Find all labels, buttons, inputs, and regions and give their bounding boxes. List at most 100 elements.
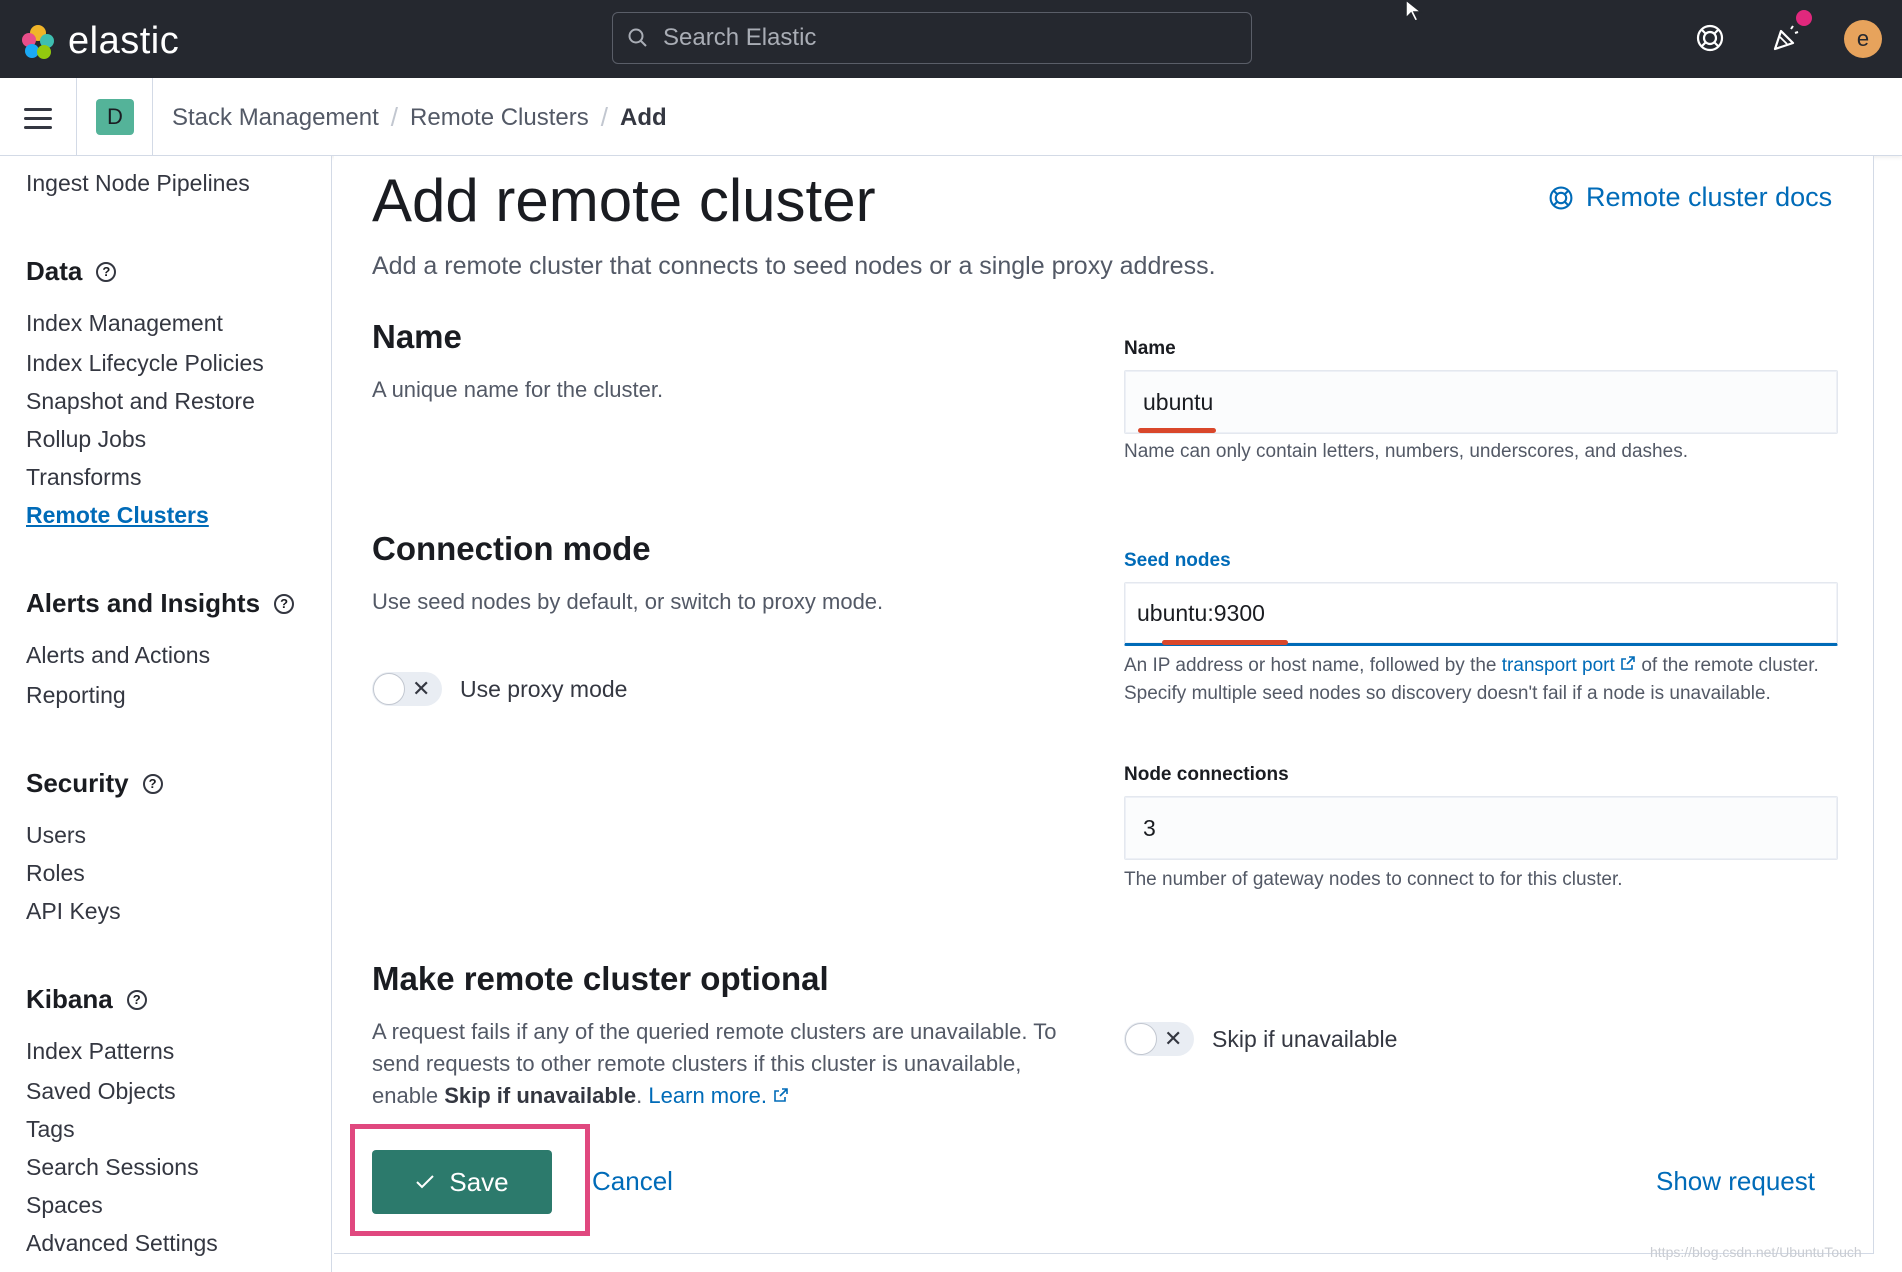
learn-more-link[interactable]: Learn more. [648, 1083, 789, 1108]
sidebar-item-roles[interactable]: Roles [26, 860, 85, 887]
seed-nodes-field[interactable] [1124, 582, 1838, 646]
breadcrumb-add: Add [619, 103, 667, 131]
breadcrumb-bar: D Stack Management / Remote Clusters / A… [0, 78, 1902, 156]
close-icon: ✕ [1164, 1026, 1183, 1051]
name-section-title: Name [372, 318, 462, 355]
elastic-logo[interactable]: elastic [20, 20, 179, 63]
proxy-mode-switch[interactable]: ✕ [372, 672, 442, 706]
help-icon[interactable]: ? [96, 261, 117, 282]
node-connections-input[interactable] [1125, 797, 1837, 859]
notification-dot [1796, 10, 1812, 26]
sidebar-item-ingest-node-pipelines[interactable]: Ingest Node Pipelines [26, 170, 250, 197]
sidebar-item-spaces[interactable]: Spaces [26, 1192, 103, 1219]
breadcrumb-separator: / [600, 102, 608, 132]
sidebar-item-snapshot-and-restore[interactable]: Snapshot and Restore [26, 388, 255, 415]
sidebar-section-kibana: Kibana ? [26, 984, 147, 1015]
sidebar-item-search-sessions[interactable]: Search Sessions [26, 1154, 199, 1181]
sidebar-section-title: Kibana [26, 984, 113, 1014]
hamburger-menu-icon[interactable] [16, 96, 60, 140]
sidebar-item-index-patterns[interactable]: Index Patterns [26, 1038, 174, 1065]
sidebar-item-advanced-settings[interactable]: Advanced Settings [26, 1230, 218, 1257]
cancel-button[interactable]: Cancel [592, 1166, 673, 1197]
node-connections-field[interactable] [1124, 796, 1838, 860]
sidebar-section-security: Security ? [26, 768, 163, 799]
sidebar-item-index-lifecycle-policies[interactable]: Index Lifecycle Policies [26, 350, 264, 377]
transport-port-label: transport port [1501, 655, 1615, 676]
docs-link-label: Remote cluster docs [1586, 182, 1833, 212]
learn-more-label: Learn more. [648, 1083, 768, 1108]
seed-help-prefix: An IP address or host name, followed by … [1124, 655, 1497, 676]
divider [152, 78, 153, 156]
elastic-logo-icon [22, 24, 54, 59]
sidebar-item-tags[interactable]: Tags [26, 1116, 75, 1143]
skip-unavailable-label: Skip if unavailable [1212, 1025, 1398, 1052]
watermark: https://blog.csdn.net/UbuntuTouch [1650, 1244, 1862, 1260]
seed-nodes-input[interactable] [1125, 583, 1837, 643]
skip-unavailable-toggle[interactable]: ✕ Skip if unavailable [1124, 1022, 1397, 1056]
page-title: Add remote cluster [372, 167, 876, 234]
search-input[interactable] [663, 24, 1223, 52]
help-menu-icon[interactable] [1690, 18, 1730, 58]
remote-cluster-docs-link[interactable]: Remote cluster docs [1548, 182, 1832, 213]
space-selector[interactable]: D [96, 99, 134, 135]
save-button-label: Save [449, 1166, 509, 1197]
global-search[interactable] [612, 12, 1252, 64]
sidebar-section-alerts-and-insights: Alerts and Insights ? [26, 588, 295, 619]
sidebar-item-api-keys[interactable]: API Keys [26, 898, 121, 925]
optional-desc-bold: Skip if unavailable [444, 1083, 637, 1108]
connection-mode-title: Connection mode [372, 530, 651, 567]
name-field[interactable] [1124, 370, 1838, 434]
external-link-icon [1621, 656, 1635, 670]
mouse-cursor-icon [1405, 0, 1424, 22]
sidebar-item-remote-clusters[interactable]: Remote Clusters [26, 502, 209, 529]
breadcrumb: Stack Management / Remote Clusters / Add [172, 102, 667, 133]
main-panel: Add remote cluster Remote cluster docs A… [334, 156, 1874, 1254]
sidebar-item-saved-objects[interactable]: Saved Objects [26, 1078, 176, 1105]
annotation-underline [1138, 428, 1216, 433]
sidebar-item-rollup-jobs[interactable]: Rollup Jobs [26, 426, 146, 453]
connection-mode-description: Use seed nodes by default, or switch to … [372, 589, 884, 614]
help-icon[interactable]: ? [126, 989, 147, 1010]
sidebar-section-data: Data ? [26, 256, 117, 287]
sidebar-item-transforms[interactable]: Transforms [26, 464, 141, 491]
search-icon [628, 28, 647, 47]
optional-section-title: Make remote cluster optional [372, 960, 829, 997]
sidebar-section-title: Data [26, 256, 83, 286]
help-lifebuoy-icon [1549, 186, 1573, 209]
optional-desc-period: . [636, 1083, 643, 1108]
name-field-label: Name [1124, 338, 1176, 359]
proxy-mode-toggle[interactable]: ✕ Use proxy mode [372, 672, 627, 706]
management-sidebar: Ingest Node Pipelines Data ? Index Manag… [0, 156, 332, 1272]
help-icon[interactable]: ? [142, 773, 163, 794]
skip-unavailable-switch[interactable]: ✕ [1124, 1022, 1194, 1056]
brand-name: elastic [68, 20, 180, 62]
annotation-underline [1162, 640, 1288, 645]
divider [76, 78, 77, 156]
breadcrumb-remote-clusters[interactable]: Remote Clusters [410, 104, 589, 132]
transport-port-link[interactable]: transport port [1502, 655, 1636, 676]
external-link-icon [774, 1088, 788, 1102]
sidebar-item-users[interactable]: Users [26, 822, 86, 849]
user-avatar[interactable]: e [1844, 20, 1882, 58]
sidebar-item-alerts-and-actions[interactable]: Alerts and Actions [26, 642, 210, 669]
help-icon[interactable]: ? [274, 593, 295, 614]
breadcrumb-stack-management[interactable]: Stack Management [172, 104, 379, 132]
name-section-description: A unique name for the cluster. [372, 377, 664, 402]
name-field-help: Name can only contain letters, numbers, … [1124, 441, 1688, 462]
seed-nodes-help: An IP address or host name, followed by … [1124, 652, 1838, 708]
sidebar-section-title: Alerts and Insights [26, 588, 261, 618]
optional-section-description: A request fails if any of the queried re… [372, 1016, 1092, 1112]
save-button[interactable]: Save [372, 1150, 552, 1214]
close-icon: ✕ [412, 676, 431, 701]
sidebar-item-reporting[interactable]: Reporting [26, 682, 126, 709]
sidebar-item-index-management[interactable]: Index Management [26, 310, 223, 337]
page-description: Add a remote cluster that connects to se… [372, 252, 1216, 280]
node-connections-label: Node connections [1124, 764, 1289, 785]
top-header: elastic e [0, 0, 1902, 78]
name-input[interactable] [1125, 371, 1837, 433]
seed-nodes-label: Seed nodes [1124, 550, 1231, 571]
node-connections-help: The number of gateway nodes to connect t… [1124, 869, 1623, 890]
show-request-button[interactable]: Show request [1656, 1166, 1815, 1197]
breadcrumb-separator: / [390, 102, 399, 132]
check-icon [416, 1175, 435, 1189]
